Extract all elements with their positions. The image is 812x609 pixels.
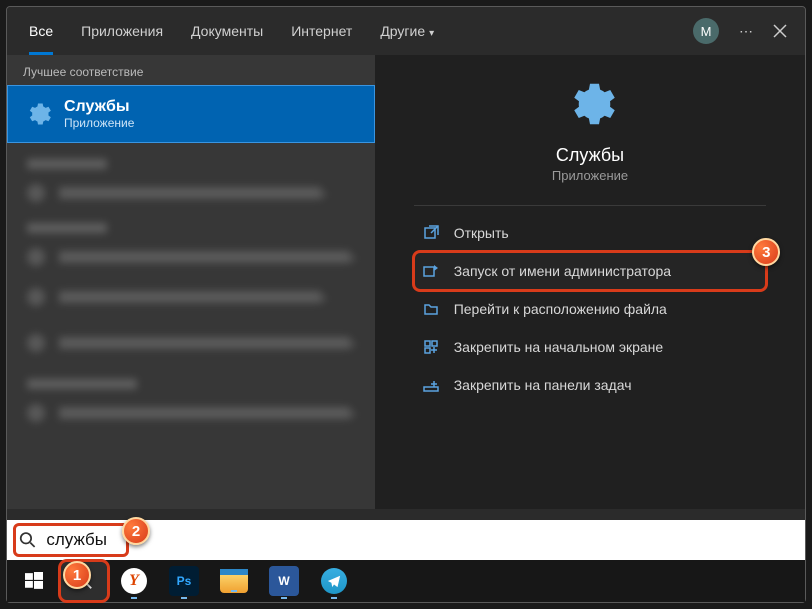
- pin-start-icon: [422, 338, 440, 356]
- tab-apps[interactable]: Приложения: [67, 7, 177, 55]
- tab-all[interactable]: Все: [15, 7, 67, 55]
- open-icon: [422, 224, 440, 242]
- taskbar-app-explorer[interactable]: [211, 562, 257, 600]
- tab-documents[interactable]: Документы: [177, 7, 277, 55]
- action-label: Закрепить на панели задач: [454, 377, 632, 393]
- windows-icon: [25, 572, 43, 590]
- action-pin-start[interactable]: Закрепить на начальном экране: [414, 328, 767, 366]
- preview-subtitle: Приложение: [552, 168, 628, 183]
- action-open-location[interactable]: Перейти к расположению файла: [414, 290, 767, 328]
- admin-icon: [422, 262, 440, 280]
- taskbar: Y Ps W: [7, 560, 805, 602]
- divider: [414, 205, 767, 206]
- more-button[interactable]: ⋯: [729, 14, 763, 48]
- best-match-label: Лучшее соответствие: [7, 55, 375, 85]
- best-match-result[interactable]: Службы Приложение: [7, 85, 375, 143]
- file-explorer-icon: [220, 569, 248, 593]
- other-results-blurred: › › › › ›: [7, 143, 375, 439]
- taskbar-app-word[interactable]: W: [261, 562, 307, 600]
- yandex-icon: Y: [121, 568, 147, 594]
- result-subtitle: Приложение: [64, 116, 134, 130]
- action-label: Закрепить на начальном экране: [454, 339, 664, 355]
- action-run-as-admin[interactable]: Запуск от имени администратора 3: [414, 252, 767, 290]
- body: Лучшее соответствие Службы Приложение › …: [7, 55, 805, 509]
- pin-taskbar-icon: [422, 376, 440, 394]
- header-tabs: Все Приложения Документы Интернет Другие…: [7, 7, 805, 55]
- annotation-badge-1: 1: [63, 561, 91, 589]
- gear-icon: [563, 77, 617, 131]
- close-button[interactable]: [763, 14, 797, 48]
- action-label: Перейти к расположению файла: [454, 301, 667, 317]
- word-icon: W: [269, 566, 299, 596]
- taskbar-app-telegram[interactable]: [311, 562, 357, 600]
- results-pane: Лучшее соответствие Службы Приложение › …: [7, 55, 375, 509]
- result-title: Службы: [64, 98, 134, 116]
- action-open[interactable]: Открыть: [414, 214, 767, 252]
- taskbar-app-yandex[interactable]: Y: [111, 562, 157, 600]
- photoshop-icon: Ps: [169, 566, 199, 596]
- close-icon: [773, 24, 787, 38]
- annotation-badge-2: 2: [122, 517, 150, 545]
- action-pin-taskbar[interactable]: Закрепить на панели задач: [414, 366, 767, 404]
- preview-pane: Службы Приложение Открыть Запуск от имен…: [375, 55, 805, 509]
- gear-icon: [24, 100, 52, 128]
- annotation-badge-3: 3: [752, 238, 780, 266]
- user-avatar[interactable]: M: [693, 18, 719, 44]
- telegram-icon: [321, 568, 347, 594]
- preview-title: Службы: [556, 145, 624, 166]
- search-icon: [19, 531, 36, 549]
- taskbar-app-photoshop[interactable]: Ps: [161, 562, 207, 600]
- start-search-panel: Все Приложения Документы Интернет Другие…: [6, 6, 806, 603]
- actions-list: Открыть Запуск от имени администратора 3…: [414, 214, 767, 404]
- action-label: Запуск от имени администратора: [454, 263, 671, 279]
- tab-other-label: Другие: [380, 23, 425, 39]
- tab-web[interactable]: Интернет: [277, 7, 366, 55]
- search-input[interactable]: [46, 530, 793, 550]
- tab-other[interactable]: Другие ▾: [366, 7, 448, 55]
- start-button[interactable]: [11, 562, 57, 600]
- folder-icon: [422, 300, 440, 318]
- chevron-down-icon: ▾: [429, 28, 434, 39]
- action-label: Открыть: [454, 225, 509, 241]
